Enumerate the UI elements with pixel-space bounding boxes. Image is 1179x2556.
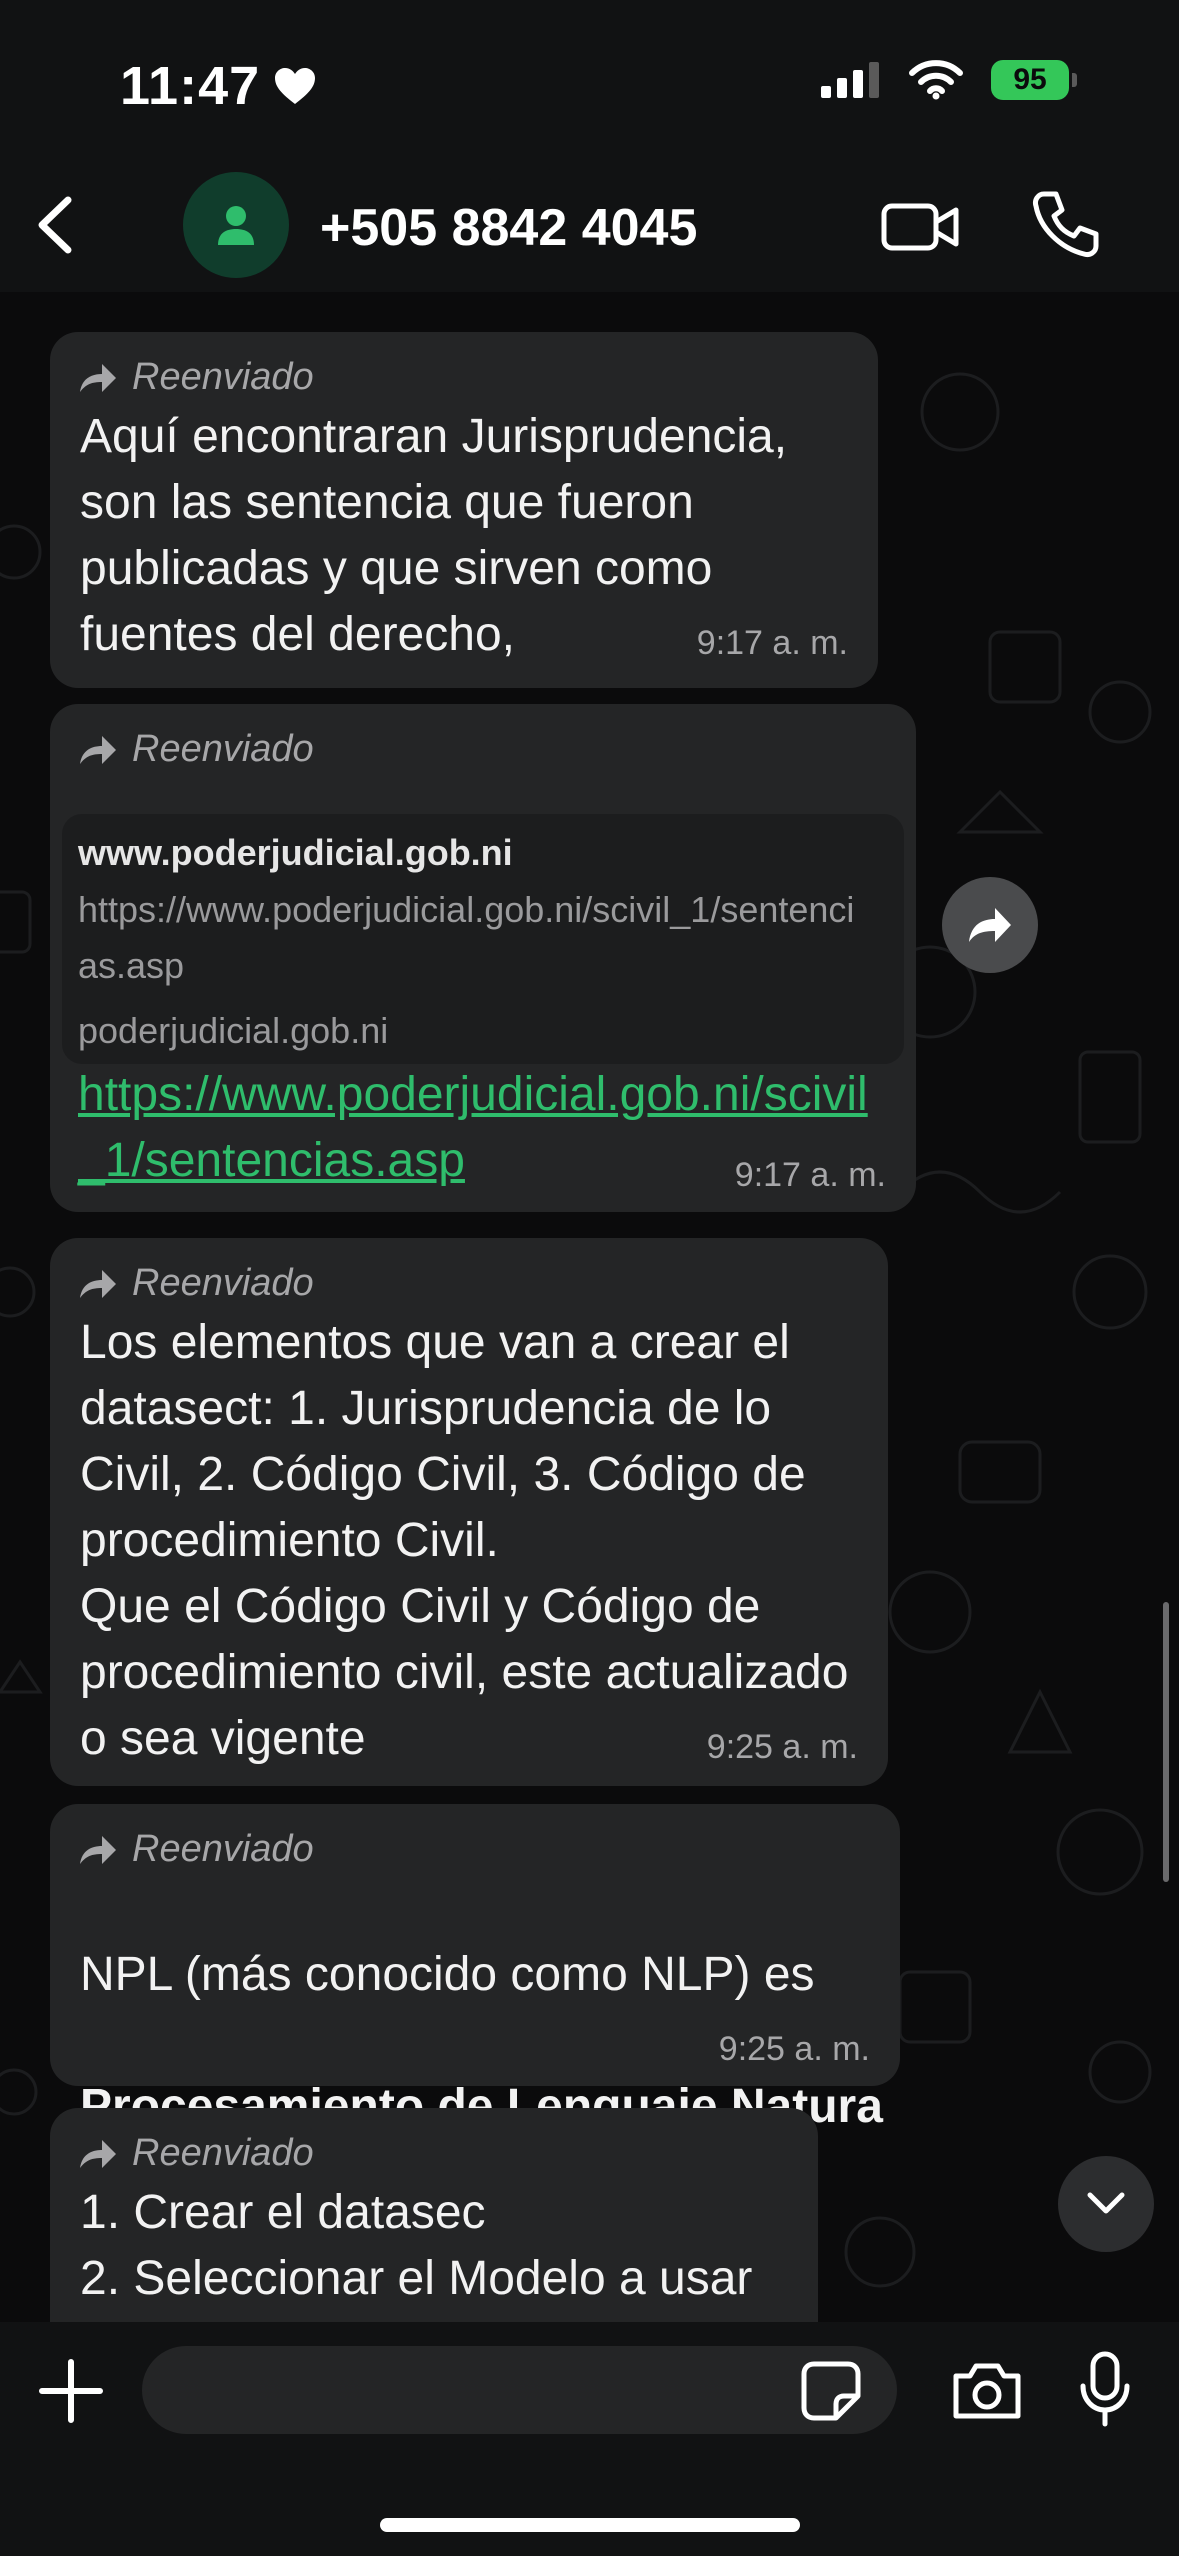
sticker-icon[interactable] <box>800 2360 862 2422</box>
message-bubble[interactable]: Reenviado Los elementos que van a crear … <box>50 1238 888 1786</box>
battery-level: 95 <box>1013 63 1047 96</box>
video-call-icon[interactable] <box>880 194 960 258</box>
link-preview-title: www.poderjudicial.gob.ni <box>78 832 513 873</box>
forwarded-label: Reenviado <box>78 1262 314 1305</box>
message-input[interactable] <box>142 2346 897 2434</box>
contact-name[interactable]: +505 8842 4045 <box>320 198 697 258</box>
status-time: 11:47 <box>120 55 316 117</box>
forward-arrow-icon <box>80 2139 116 2168</box>
microphone-icon[interactable] <box>1075 2350 1135 2430</box>
status-bar: 11:47 95 <box>0 0 1179 160</box>
message-bubble[interactable]: Reenviado www.poderjudicial.gob.ni https… <box>50 704 916 1212</box>
contact-avatar[interactable] <box>183 172 289 278</box>
message-time: 9:17 a. m. <box>734 1156 886 1194</box>
camera-icon[interactable] <box>950 2358 1024 2422</box>
forwarded-text: Reenviado <box>132 2132 314 2174</box>
forwarded-text: Reenviado <box>132 728 314 770</box>
forward-arrow-icon <box>80 735 116 764</box>
scroll-to-bottom-button[interactable] <box>1058 2156 1154 2252</box>
share-arrow-icon <box>969 908 1011 942</box>
forwarded-label: Reenviado <box>78 356 314 399</box>
forward-arrow-icon <box>80 1269 116 1298</box>
forwarded-text: Reenviado <box>132 356 314 398</box>
chat-area[interactable]: Reenviado Aquí encontraran Jurisprudenci… <box>0 292 1179 2322</box>
link-preview-domain: poderjudicial.gob.ni <box>78 1010 389 1051</box>
chat-header: +505 8842 4045 <box>0 160 1179 292</box>
battery-indicator: 95 <box>991 60 1077 100</box>
message-bubble[interactable]: Reenviado NPL (más conocido como NLP) es… <box>50 1804 900 2133</box>
wifi-icon <box>909 60 963 100</box>
message-text: Los elementos que van a crear el datasec… <box>80 1316 849 1765</box>
message-time: 9:25 a. m. <box>706 1728 858 1766</box>
message-time: 9:25 a. m. <box>718 2030 870 2068</box>
scrollbar[interactable] <box>1163 1602 1169 1882</box>
message-bubble[interactable]: Reenviado Aquí encontraran Jurisprudenci… <box>50 332 878 688</box>
forwarded-text: Reenviado <box>132 1262 314 1304</box>
status-time-label: 11:47 <box>120 56 261 116</box>
plus-icon[interactable] <box>36 2356 106 2426</box>
link-preview-url: https://www.poderjudicial.gob.ni/scivil_… <box>78 889 855 986</box>
link-preview[interactable]: www.poderjudicial.gob.ni https://www.pod… <box>62 814 904 1064</box>
forward-arrow-icon <box>80 363 116 392</box>
person-icon <box>218 206 254 245</box>
forwarded-label: Reenviado <box>78 1828 314 1871</box>
message-composer <box>0 2322 1179 2556</box>
chevron-down-icon <box>1087 2192 1125 2214</box>
message-text-plain: NPL (más conocido como NLP) es <box>80 1948 815 2001</box>
signal-icon <box>821 62 879 98</box>
message-text: 1. Crear el datasec 2. Seleccionar el Mo… <box>80 2186 753 2305</box>
forwarded-label: Reenviado <box>78 728 314 771</box>
message-bubble[interactable]: Reenviado 1. Crear el datasec 2. Selecci… <box>50 2108 818 2322</box>
home-indicator[interactable] <box>380 2518 800 2532</box>
message-time: 9:17 a. m. <box>696 624 848 662</box>
forwarded-label: Reenviado <box>78 2132 314 2175</box>
heart-icon <box>275 68 316 104</box>
forwarded-text: Reenviado <box>132 1828 314 1870</box>
message-text: NPL (más conocido como NLP) es Procesami… <box>80 1876 890 2140</box>
phone-call-icon[interactable] <box>1030 188 1100 260</box>
forward-arrow-icon <box>80 1835 116 1864</box>
share-button[interactable] <box>942 877 1038 973</box>
back-chevron-icon[interactable] <box>22 190 92 260</box>
